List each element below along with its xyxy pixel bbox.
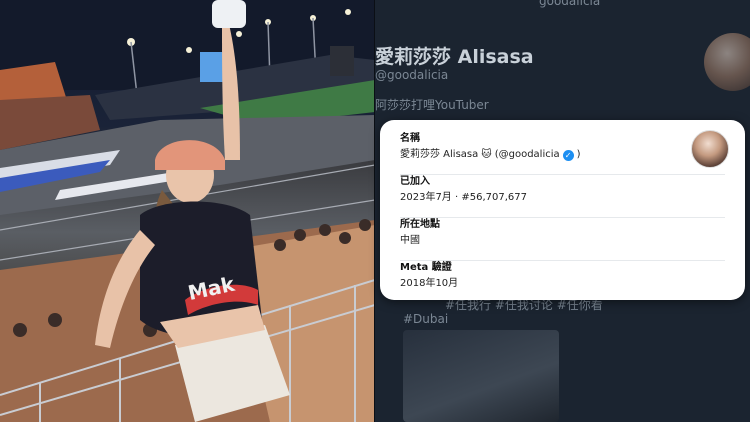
- event-photo: Mak: [0, 0, 375, 422]
- joined-label: 已加入: [400, 176, 430, 187]
- row-meta-verified: Meta 驗證 2018年10月: [400, 261, 725, 304]
- top-handle: goodalicia: [539, 0, 601, 8]
- profile-display-name: 愛莉莎莎 Alisasa: [375, 46, 534, 68]
- profile-handle: @goodalicia: [375, 68, 449, 82]
- profile-avatar[interactable]: [704, 33, 750, 91]
- handle-close-paren: ): [576, 149, 581, 160]
- location-value: 中國: [400, 235, 420, 246]
- meta-verified-value: 2018年10月: [400, 278, 459, 289]
- profile-bio: 阿莎莎打哩YouTuber: [375, 98, 489, 112]
- row-location: 所在地點 中國: [400, 218, 725, 261]
- row-name: 名稱 愛莉莎莎 Alisasa 🐱 (@goodalicia ✓ ): [400, 132, 725, 175]
- about-account-card: 名稱 愛莉莎莎 Alisasa 🐱 (@goodalicia ✓ ) 已加入 2…: [380, 120, 745, 300]
- profile-hashtag: #Dubai: [403, 312, 449, 326]
- location-label: 所在地點: [400, 219, 440, 230]
- photo-illustration: Mak: [0, 0, 375, 422]
- account-handle: (@goodalicia: [494, 149, 560, 160]
- post-thumbnail[interactable]: [403, 330, 559, 422]
- name-label: 名稱: [400, 133, 420, 144]
- name-value: 愛莉莎莎 Alisasa 🐱 (@goodalicia ✓ ): [400, 147, 725, 163]
- row-joined: 已加入 2023年7月 · #56,707,677: [400, 175, 725, 218]
- display-name: 愛莉莎莎 Alisasa: [400, 149, 479, 160]
- meta-verified-label: Meta 驗證: [400, 262, 452, 273]
- verified-badge-icon: ✓: [562, 149, 574, 161]
- cat-emoji-icon: 🐱: [481, 149, 492, 160]
- joined-value: 2023年7月 · #56,707,677: [400, 192, 527, 203]
